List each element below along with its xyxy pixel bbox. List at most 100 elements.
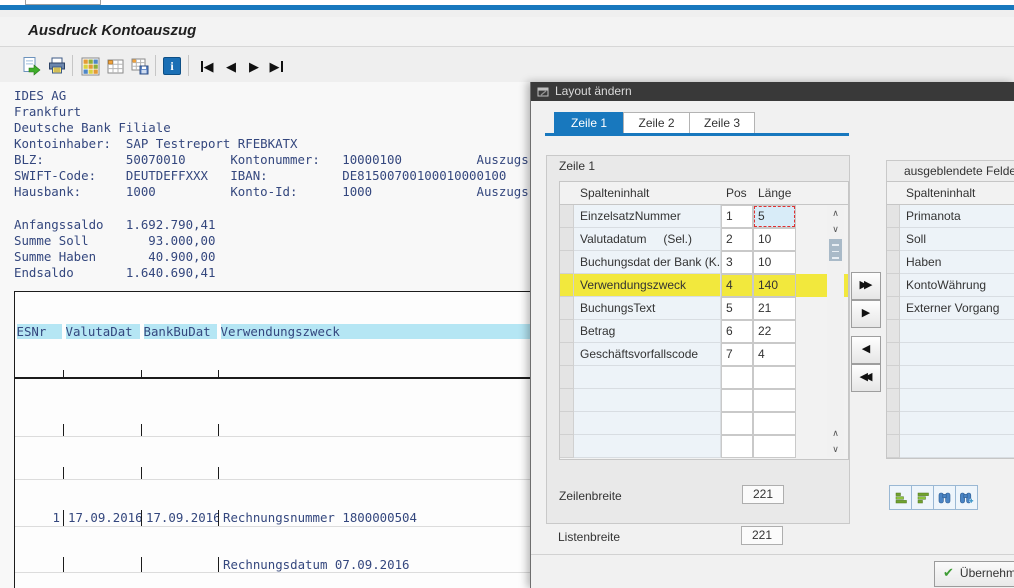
row-selector[interactable] xyxy=(560,205,574,228)
listenbreite-field[interactable]: 221 xyxy=(741,526,783,545)
hidden-field-row-empty xyxy=(887,366,1014,389)
hidden-field-cell[interactable]: KontoWährung xyxy=(900,274,1014,297)
tab-zeile-2[interactable]: Zeile 2 xyxy=(623,112,690,135)
header-laenge: Länge xyxy=(753,182,796,204)
row-selector[interactable] xyxy=(560,343,574,366)
column-row-empty xyxy=(560,412,848,435)
choose-layout-button[interactable] xyxy=(78,54,102,78)
report-line: BLZ: 50070010 Kontonummer: 10000100 Ausz… xyxy=(14,152,529,168)
find-next-button[interactable] xyxy=(955,485,978,510)
hidden-field-cell[interactable]: Primanota xyxy=(900,205,1014,228)
row-selector[interactable] xyxy=(887,274,900,297)
sap-window: Ausdruck Kontoauszug xyxy=(0,0,1014,588)
pos-field[interactable]: 6 xyxy=(721,320,753,343)
scroll-up-icon[interactable]: ∧ xyxy=(827,425,844,441)
laenge-field-focused[interactable]: 5 xyxy=(753,205,796,228)
dialog-titlebar[interactable]: Layout ändern xyxy=(531,82,1014,101)
row-selector[interactable] xyxy=(887,297,900,320)
summary-line: Anfangssaldo 1.692.790,41 xyxy=(14,217,215,233)
find-button[interactable] xyxy=(933,485,956,510)
row-selector[interactable] xyxy=(560,297,574,320)
next-page-button[interactable]: ▶ xyxy=(242,54,266,78)
move-all-right-icon: ▶▶ xyxy=(860,273,869,297)
zeilenbreite-field[interactable]: 221 xyxy=(742,485,784,504)
previous-page-button[interactable]: ◀ xyxy=(219,54,243,78)
find-next-icon xyxy=(959,491,974,505)
scroll-down-icon[interactable]: ∨ xyxy=(827,221,844,237)
row-selector[interactable] xyxy=(560,320,574,343)
apply-button[interactable]: ✔ Übernehmen xyxy=(934,561,1014,587)
tab-zeile-1[interactable]: Zeile 1 xyxy=(554,112,624,135)
last-page-button[interactable]: ▶ xyxy=(264,54,288,78)
hidden-field-row-empty xyxy=(887,320,1014,343)
export-icon xyxy=(21,56,41,76)
info-button[interactable]: i xyxy=(160,54,184,78)
laenge-field[interactable]: 10 xyxy=(753,251,796,274)
column-name-cell[interactable]: Buchungsdat der Bank (K... xyxy=(574,251,721,274)
column-name-cell[interactable]: Geschäftsvorfallscode xyxy=(574,343,721,366)
row-selector[interactable] xyxy=(560,274,574,297)
sort-descending-button[interactable] xyxy=(911,485,934,510)
move-left-button[interactable]: ◀ xyxy=(851,336,881,364)
pos-field[interactable]: 7 xyxy=(721,343,753,366)
scroll-down-icon[interactable]: ∨ xyxy=(827,441,844,457)
scroll-up-icon[interactable]: ∧ xyxy=(827,205,844,221)
report-line: Frankfurt xyxy=(14,104,529,120)
move-right-button[interactable]: ▶ xyxy=(851,300,881,328)
column-row-empty xyxy=(560,435,848,458)
row-selector[interactable] xyxy=(560,228,574,251)
laenge-field[interactable]: 4 xyxy=(753,343,796,366)
column-row-highlighted: Verwendungszweck 4 140 xyxy=(560,274,848,297)
pos-field[interactable]: 5 xyxy=(721,297,753,320)
pos-field[interactable]: 1 xyxy=(721,205,753,228)
first-page-button[interactable]: ◀ xyxy=(195,54,219,78)
hidden-field-row: Haben xyxy=(887,251,1014,274)
column-row: Geschäftsvorfallscode 7 4 xyxy=(560,343,848,366)
col-header-valutadat: ValutaDat xyxy=(66,324,140,339)
laenge-field[interactable]: 10 xyxy=(753,228,796,251)
find-icon xyxy=(937,491,952,505)
hidden-field-cell[interactable]: Soll xyxy=(900,228,1014,251)
column-name-cell[interactable]: Verwendungszweck xyxy=(574,274,721,297)
pos-field[interactable]: 4 xyxy=(721,274,753,297)
hidden-fields-title: ausgeblendete Felder xyxy=(886,160,1014,183)
tab-zeile-3[interactable]: Zeile 3 xyxy=(689,112,755,135)
hidden-field-cell[interactable]: Externer Vorgang xyxy=(900,297,1014,320)
export-button[interactable] xyxy=(19,54,43,78)
column-row: Betrag 6 22 xyxy=(560,320,848,343)
row-selector[interactable] xyxy=(560,251,574,274)
laenge-field[interactable]: 140 xyxy=(753,274,796,297)
hidden-fields-table: Spalteninhalt Primanota Soll Haben Konto… xyxy=(886,181,1014,459)
row-selector[interactable] xyxy=(887,251,900,274)
save-layout-button[interactable] xyxy=(128,54,152,78)
column-row: Buchungsdat der Bank (K... 3 10 xyxy=(560,251,848,274)
table-scrollbar[interactable]: ∧ ∨ ∧ ∨ xyxy=(827,205,844,457)
laenge-field[interactable]: 22 xyxy=(753,320,796,343)
sort-ascending-button[interactable] xyxy=(889,485,912,510)
column-row: BuchungsText 5 21 xyxy=(560,297,848,320)
column-name-cell[interactable]: Betrag xyxy=(574,320,721,343)
print-button[interactable] xyxy=(45,54,69,78)
pos-field[interactable]: 3 xyxy=(721,251,753,274)
hidden-field-cell[interactable]: Haben xyxy=(900,251,1014,274)
move-all-right-button[interactable]: ▶▶ xyxy=(851,272,881,300)
checkmark-icon: ✔ xyxy=(943,565,954,580)
column-name-cell[interactable]: Valutadatum(Sel.) xyxy=(574,228,721,251)
move-all-left-button[interactable]: ◀◀ xyxy=(851,364,881,392)
column-name-cell[interactable]: BuchungsText xyxy=(574,297,721,320)
layout-change-dialog: Layout ändern Zeile 1 Zeile 2 Zeile 3 Ze… xyxy=(530,82,1014,588)
laenge-field[interactable]: 21 xyxy=(753,297,796,320)
change-layout-button[interactable] xyxy=(103,54,127,78)
column-table-header: Spalteninhalt Pos Länge xyxy=(560,182,848,205)
column-name-cell[interactable]: EinzelsatzNummer xyxy=(574,205,721,228)
dialog-window-icon xyxy=(537,86,550,98)
row-selector[interactable] xyxy=(887,205,900,228)
pos-field[interactable]: 2 xyxy=(721,228,753,251)
scrollbar-thumb[interactable] xyxy=(829,239,842,261)
title-band: Ausdruck Kontoauszug xyxy=(0,17,1014,47)
previous-page-icon: ◀ xyxy=(226,60,236,73)
apply-label: Übernehmen xyxy=(960,566,1014,580)
row-selector[interactable] xyxy=(887,228,900,251)
hidden-field-row: Soll xyxy=(887,228,1014,251)
hidden-field-row-empty xyxy=(887,389,1014,412)
